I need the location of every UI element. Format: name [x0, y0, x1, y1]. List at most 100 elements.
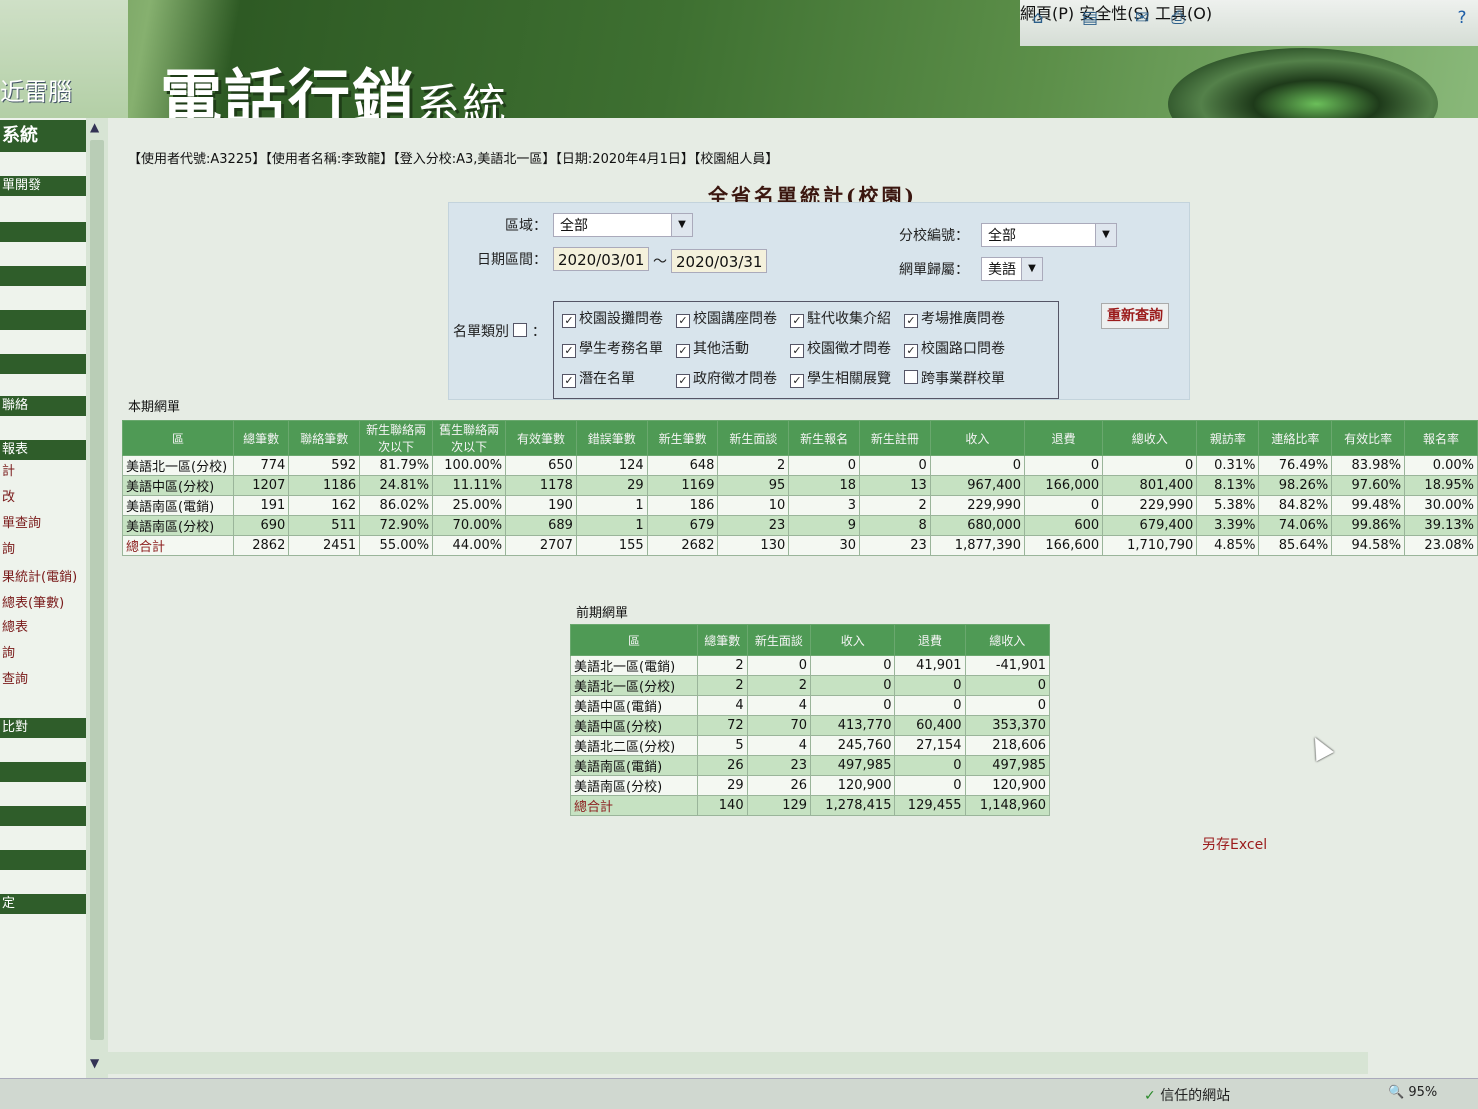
chevron-down-icon: ▼: [1021, 258, 1042, 280]
category-checkbox[interactable]: ✓ 潛在名單: [562, 368, 635, 388]
checkbox-icon: ✓: [562, 374, 576, 388]
table-cell: 2: [697, 655, 748, 676]
date-from-input[interactable]: 2020/03/01: [553, 247, 649, 271]
category-checkbox-label: 政府徵才問卷: [693, 371, 777, 387]
table-cell: 162: [288, 495, 361, 516]
table-cell: 166,000: [1023, 475, 1104, 496]
current-stats-table: 區 總筆數 聯絡筆數 新生聯絡兩次以下 舊生聯絡兩次以下 有效筆數 錯誤筆數 新…: [122, 420, 1478, 556]
category-checkbox[interactable]: ✓ 考場推廣問卷: [904, 308, 1005, 328]
feed-icon[interactable]: ▤: [1080, 8, 1100, 28]
table-cell: 353,370: [964, 715, 1051, 736]
table-cell: 0: [894, 695, 966, 716]
table-cell: 1: [575, 515, 648, 536]
table-cell: 39.13%: [1404, 515, 1478, 536]
table-cell: 11.11%: [432, 475, 507, 496]
table-cell: 1178: [505, 475, 577, 496]
table-cell: 23: [717, 515, 790, 536]
table-cell: 0: [929, 455, 1025, 476]
category-checkbox[interactable]: ✓ 校園徵才問卷: [790, 338, 891, 358]
category-select-all-checkbox[interactable]: [513, 323, 528, 337]
status-bar: ✓ 信任的網站 🔍 95%: [0, 1078, 1478, 1109]
table-row: 美語南區(分校) 690 511 72.90% 70.00% 689 1 679 23 9 8 680…: [122, 515, 1478, 536]
table-cell: 1207: [232, 475, 290, 496]
date-to-input[interactable]: 2020/03/31: [671, 249, 767, 273]
table-cell: 650: [505, 455, 577, 476]
table-cell: 1,877,390: [929, 535, 1025, 556]
list-group-select-value: 美語: [988, 262, 1016, 278]
table-cell: 100.00%: [432, 455, 507, 476]
table-cell: 99.48%: [1331, 495, 1406, 516]
category-checkbox[interactable]: ✓ 校園講座問卷: [676, 308, 777, 328]
category-checkbox[interactable]: ✓ 校園設攤問卷: [562, 308, 663, 328]
category-checkbox-label: 校園路口問卷: [921, 341, 1005, 357]
table-cell: 0: [810, 655, 896, 676]
scroll-up-icon[interactable]: ▲: [90, 120, 99, 134]
table-cell: 0: [746, 655, 812, 676]
table-cell: 8.13%: [1196, 475, 1260, 496]
scrollbar-thumb[interactable]: [90, 140, 104, 1040]
region-select[interactable]: 全部 ▼: [553, 213, 693, 237]
category-label: 名單類別 ：: [453, 321, 546, 341]
table-cell: 191: [232, 495, 290, 516]
row-label-cell: 美語北一區(分校): [570, 675, 698, 696]
table-cell: 23: [859, 535, 931, 556]
zoom-level[interactable]: 🔍 95%: [1388, 1085, 1437, 1100]
row-label-cell: 美語北一區(電銷): [570, 655, 698, 676]
table-cell: 1,278,415: [810, 795, 896, 816]
table-cell: 81.79%: [359, 455, 434, 476]
table-cell: 648: [646, 455, 719, 476]
category-checkbox[interactable]: ✓ 其他活動: [676, 338, 749, 358]
check-icon: ✓: [1144, 1088, 1156, 1104]
table-row: 美語中區(分校) 72 70 413,770 60,400 353,370: [570, 715, 1051, 736]
category-checkbox-label: 潛在名單: [579, 371, 635, 387]
category-checkbox[interactable]: ✓ 駐代收集介紹: [790, 308, 891, 328]
table-cell: 29: [575, 475, 648, 496]
table-cell: 2: [717, 455, 790, 476]
column-header: 聯絡筆數: [288, 420, 361, 456]
table-cell: 129,455: [894, 795, 966, 816]
mail-icon[interactable]: ✉: [1132, 8, 1152, 28]
save-excel-link[interactable]: 另存Excel: [1202, 834, 1267, 854]
list-group-select[interactable]: 美語 ▼: [981, 257, 1043, 281]
main-content: 【使用者代號:A3225】【使用者名稱:李致龍】【登入分校:A3,美語北一區】【…: [108, 118, 1478, 1078]
category-checkbox[interactable]: ✓ 政府徵才問卷: [676, 368, 777, 388]
requery-button[interactable]: 重新查詢: [1101, 303, 1169, 329]
category-checkbox[interactable]: 跨事業群校單: [904, 368, 1005, 388]
table-cell: 801,400: [1102, 475, 1198, 496]
category-checkbox[interactable]: ✓ 校園路口問卷: [904, 338, 1005, 358]
table-row: 美語北一區(電銷) 2 0 0 41,901 -41,901: [570, 655, 1051, 676]
table-cell: 120,900: [810, 775, 896, 796]
table-cell: 0: [810, 695, 896, 716]
date-separator: ～: [653, 254, 667, 270]
table-cell: 13: [859, 475, 931, 496]
table-cell: 76.49%: [1258, 455, 1333, 476]
table-cell: 2862: [232, 535, 290, 556]
sidebar-scrollbar[interactable]: ▲ ▼: [86, 118, 108, 1078]
table-cell: 4.85%: [1196, 535, 1260, 556]
branch-select[interactable]: 全部 ▼: [981, 223, 1117, 247]
table-row: 美語北二區(分校) 5 4 245,760 27,154 218,606: [570, 735, 1051, 756]
column-header: 新生註冊: [859, 420, 931, 456]
table-cell: 55.00%: [359, 535, 434, 556]
row-label-cell: 美語中區(分校): [570, 715, 698, 736]
table-cell: 10: [717, 495, 790, 516]
table-row: 美語中區(分校) 1207 1186 24.81% 11.11% 1178 29 1169 95…: [122, 475, 1478, 496]
table-cell: 229,990: [1102, 495, 1198, 516]
help-icon[interactable]: ?: [1452, 8, 1472, 28]
category-checkbox[interactable]: ✓ 學生相關展覽: [790, 368, 891, 388]
checkbox-icon: ✓: [904, 344, 918, 358]
table-cell: 245,760: [810, 735, 896, 756]
scroll-down-icon[interactable]: ▼: [90, 1056, 99, 1070]
table-cell: 2707: [505, 535, 577, 556]
print-icon[interactable]: ⎙: [1168, 8, 1188, 28]
filter-panel: 區域： 全部 ▼ 分校編號： 全部 ▼ 日期區間： 2020/03/01 ～ 2…: [448, 202, 1190, 400]
horizontal-scrollbar[interactable]: [108, 1052, 1368, 1074]
table-cell: 2451: [288, 535, 361, 556]
home-icon[interactable]: ⌂: [1028, 8, 1048, 28]
table-cell: 155: [575, 535, 648, 556]
table-cell: 5.38%: [1196, 495, 1260, 516]
column-header: 總收入: [1102, 420, 1198, 456]
category-checkbox[interactable]: ✓ 學生考務名單: [562, 338, 663, 358]
table-cell: 9: [788, 515, 861, 536]
column-header: 區: [570, 624, 698, 656]
